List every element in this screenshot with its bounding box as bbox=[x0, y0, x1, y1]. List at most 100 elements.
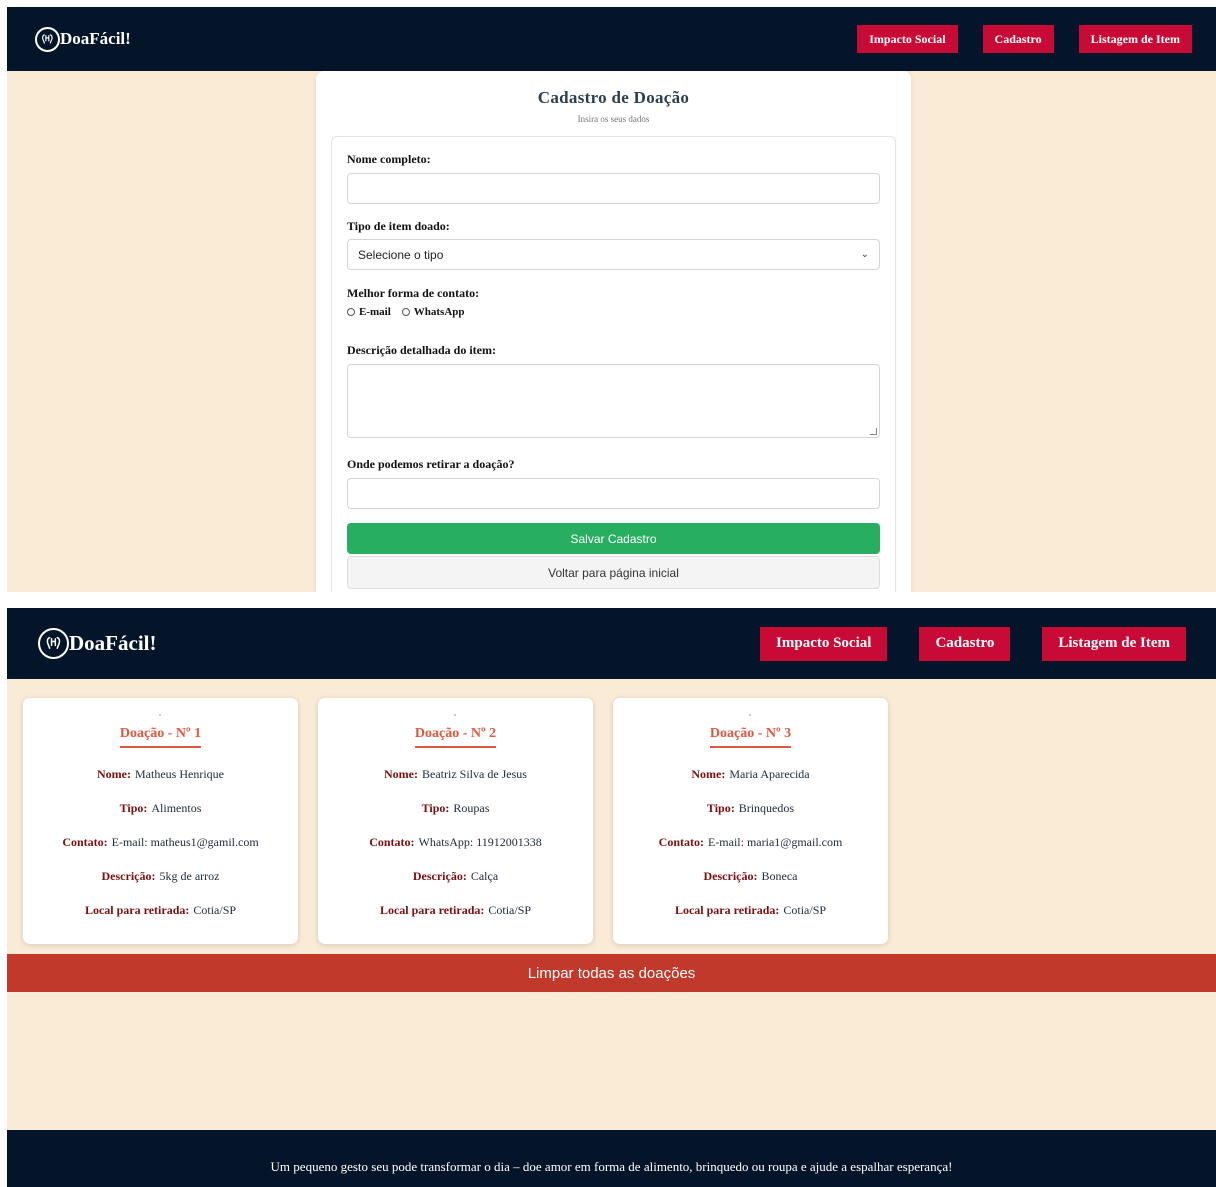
back-home-button[interactable]: Voltar para página inicial bbox=[347, 556, 880, 589]
donation-type: Roupas bbox=[453, 801, 490, 815]
radio-whatsapp[interactable]: WhatsApp bbox=[401, 306, 465, 318]
nav-links: Impacto Social Cadastro Listagem de Item bbox=[760, 626, 1186, 661]
donation-pickup-row: Local para retirada: Cotia/SP bbox=[318, 903, 593, 918]
footer: Um pequeno gesto seu pode transformar o … bbox=[7, 1130, 1216, 1187]
donation-name: Maria Aparecida bbox=[729, 767, 810, 781]
donation-description-row: Descrição: Calça bbox=[318, 869, 593, 884]
donation-title: Doação - Nº 3 bbox=[709, 726, 792, 748]
card-image-placeholder bbox=[454, 714, 456, 716]
pickup-key: Local para retirada: bbox=[84, 903, 190, 917]
radio-whatsapp-label: WhatsApp bbox=[413, 306, 465, 318]
name-key: Nome: bbox=[691, 767, 726, 781]
brand-name: DoaFácil! bbox=[69, 631, 157, 655]
brand[interactable]: DoaFácil! bbox=[38, 628, 156, 659]
donation-name-row: Nome: Maria Aparecida bbox=[613, 767, 888, 782]
donation-name: Beatriz Silva de Jesus bbox=[422, 767, 527, 781]
description-key: Descrição: bbox=[703, 869, 758, 883]
donation-card: Doação - Nº 2 Nome: Beatriz Silva de Jesu… bbox=[318, 698, 593, 944]
pickup-key: Local para retirada: bbox=[379, 903, 485, 917]
radio-email-circle[interactable] bbox=[347, 308, 355, 316]
donation-cards: Doação - Nº 1 Nome: Matheus Henrique Tipo… bbox=[23, 698, 888, 944]
donation-type: Alimentos bbox=[151, 801, 202, 815]
donation-hands-icon bbox=[35, 26, 60, 52]
radio-email[interactable]: E-mail bbox=[347, 306, 391, 318]
description-textarea[interactable] bbox=[347, 364, 880, 438]
donation-contact: E-mail: matheus1@gamil.com bbox=[111, 835, 259, 849]
nav-impacto-social[interactable]: Impacto Social bbox=[760, 626, 888, 661]
nav-cadastro[interactable]: Cadastro bbox=[919, 626, 1011, 661]
donation-type-row: Tipo: Roupas bbox=[318, 801, 593, 816]
listagem-page: DoaFácil! Impacto Social Cadastro Listag… bbox=[7, 608, 1216, 1187]
donation-card: Doação - Nº 1 Nome: Matheus Henrique Tipo… bbox=[23, 698, 298, 944]
type-label: Tipo de item doado: bbox=[347, 219, 450, 233]
donation-type-row: Tipo: Alimentos bbox=[23, 801, 298, 816]
donation-card: Doação - Nº 3 Nome: Maria Aparecida Tipo:… bbox=[613, 698, 888, 944]
description-key: Descrição: bbox=[101, 869, 156, 883]
type-select[interactable]: Selecione o tipo ⌄ bbox=[347, 239, 880, 270]
name-key: Nome: bbox=[384, 767, 418, 781]
type-key: Tipo: bbox=[706, 801, 735, 815]
form-title: Cadastro de Doação bbox=[537, 88, 690, 107]
donation-description-row: Descrição: Boneca bbox=[613, 869, 888, 884]
donation-type-row: Tipo: Brinquedos bbox=[613, 801, 888, 816]
donation-name: Matheus Henrique bbox=[135, 767, 224, 781]
donation-description: Calça bbox=[470, 869, 499, 883]
pickup-input[interactable] bbox=[347, 478, 880, 509]
donation-description: 5kg de arroz bbox=[159, 869, 220, 883]
donation-title: Doação - Nº 2 bbox=[414, 726, 497, 748]
name-key: Nome: bbox=[97, 767, 131, 781]
donation-name-row: Nome: Matheus Henrique bbox=[23, 767, 298, 782]
donation-pickup-row: Local para retirada: Cotia/SP bbox=[23, 903, 298, 918]
donation-pickup: Cotia/SP bbox=[488, 903, 532, 917]
donation-title: Doação - Nº 1 bbox=[119, 726, 202, 748]
contact-key: Contato: bbox=[62, 835, 108, 849]
card-image-placeholder bbox=[749, 714, 751, 716]
form-subtitle: Insira os seus dados bbox=[577, 114, 650, 124]
pickup-label: Onde podemos retirar a doação? bbox=[347, 457, 515, 471]
nav-listagem[interactable]: Listagem de Item bbox=[1078, 25, 1192, 53]
donation-contact: WhatsApp: 11912001338 bbox=[418, 835, 542, 849]
card-image-placeholder bbox=[159, 714, 161, 716]
donation-contact-row: Contato: E-mail: maria1@gmail.com bbox=[613, 835, 888, 850]
nav-impacto-social[interactable]: Impacto Social bbox=[857, 25, 958, 53]
brand-name: DoaFácil! bbox=[60, 29, 131, 48]
name-label: Nome completo: bbox=[347, 152, 431, 166]
donation-pickup: Cotia/SP bbox=[193, 903, 237, 917]
nav-listagem[interactable]: Listagem de Item bbox=[1042, 626, 1186, 661]
nav-links: Impacto Social Cadastro Listagem de Item bbox=[857, 25, 1192, 53]
donation-description: Boneca bbox=[761, 869, 798, 883]
donation-contact-row: Contato: WhatsApp: 11912001338 bbox=[318, 835, 593, 850]
donation-description-row: Descrição: 5kg de arroz bbox=[23, 869, 298, 884]
navbar: DoaFácil! Impacto Social Cadastro Listag… bbox=[7, 608, 1216, 679]
donation-type: Brinquedos bbox=[738, 801, 795, 815]
clear-donations-button[interactable]: Limpar todas as doações bbox=[7, 954, 1216, 992]
type-key: Tipo: bbox=[119, 801, 148, 815]
donation-contact: E-mail: maria1@gmail.com bbox=[707, 835, 843, 849]
name-input[interactable] bbox=[347, 173, 880, 204]
cadastro-page: DoaFácil! Impacto Social Cadastro Listag… bbox=[7, 7, 1216, 592]
description-label: Descrição detalhada do item: bbox=[347, 343, 496, 357]
contact-radio-group: E-mail WhatsApp bbox=[347, 306, 476, 318]
type-select-value: Selecione o tipo bbox=[358, 247, 444, 262]
brand[interactable]: DoaFácil! bbox=[35, 26, 131, 52]
donation-contact-row: Contato: E-mail: matheus1@gamil.com bbox=[23, 835, 298, 850]
description-key: Descrição: bbox=[412, 869, 467, 883]
donation-pickup: Cotia/SP bbox=[783, 903, 827, 917]
navbar: DoaFácil! Impacto Social Cadastro Listag… bbox=[7, 7, 1216, 71]
save-button[interactable]: Salvar Cadastro bbox=[347, 523, 880, 554]
chevron-down-icon: ⌄ bbox=[860, 249, 869, 260]
form-card: Cadastro de Doação Insira os seus dados … bbox=[316, 71, 911, 592]
nav-cadastro[interactable]: Cadastro bbox=[982, 25, 1054, 53]
resize-handle-icon[interactable] bbox=[870, 428, 877, 435]
donation-pickup-row: Local para retirada: Cotia/SP bbox=[613, 903, 888, 918]
radio-whatsapp-circle[interactable] bbox=[401, 308, 410, 316]
form-body: Nome completo: Tipo de item doado: Selec… bbox=[331, 136, 896, 592]
contact-key: Contato: bbox=[369, 835, 415, 849]
footer-text: Um pequeno gesto seu pode transformar o … bbox=[270, 1159, 953, 1174]
contact-label: Melhor forma de contato: bbox=[347, 286, 480, 300]
type-key: Tipo: bbox=[421, 801, 450, 815]
pickup-key: Local para retirada: bbox=[674, 903, 780, 917]
donation-hands-icon bbox=[38, 628, 69, 659]
contact-key: Contato: bbox=[658, 835, 704, 849]
radio-email-label: E-mail bbox=[359, 306, 391, 318]
